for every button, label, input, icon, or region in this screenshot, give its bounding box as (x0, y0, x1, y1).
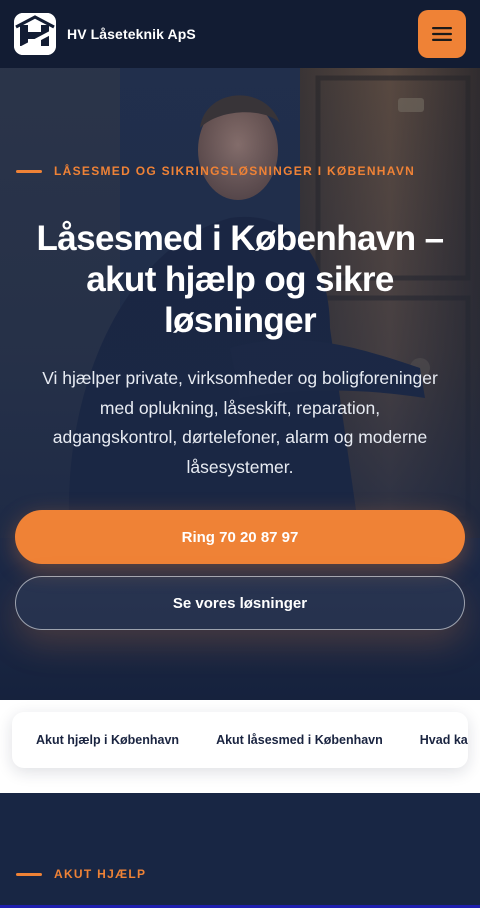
eyebrow-line (16, 169, 42, 173)
quicklinks-nav[interactable]: Akut hjælp i København Akut låsesmed i K… (12, 712, 468, 768)
hero-eyebrow-text: LÅSESMED OG SIKRINGSLØSNINGER I KØBENHAV… (54, 164, 416, 178)
quicklink-hvad-kan[interactable]: Hvad kan (420, 733, 468, 747)
quicklink-akut-laasesmed[interactable]: Akut låsesmed i København (216, 733, 383, 747)
hero-description: Vi hjælper private, virksomheder og boli… (16, 364, 464, 482)
hamburger-menu-icon (432, 27, 452, 41)
hero-title-line: akut hjælp og sikre (86, 260, 394, 299)
hero-title-line: Låsesmed i København – (36, 219, 445, 258)
page: HV Låseteknik ApS LÅSESMED OG SIKRINGSLØ… (0, 0, 480, 908)
eyebrow-line (16, 872, 42, 876)
hv-logo-icon (14, 13, 56, 55)
brand[interactable]: HV Låseteknik ApS (14, 13, 196, 55)
section-eyebrow-text: AKUT HJÆLP (54, 867, 147, 881)
section-eyebrow: AKUT HJÆLP (16, 867, 146, 881)
quicklinks-section: Akut hjælp i København Akut låsesmed i K… (0, 700, 480, 793)
hero-description-line: låsesystemer. (186, 456, 294, 477)
menu-button[interactable] (418, 10, 466, 58)
hero-description-line: med oplukning, låseskift, reparation, (99, 397, 381, 418)
akut-hjaelp-section: AKUT HJÆLP (0, 793, 480, 908)
hero-title: Låsesmed i København – akut hjælp og sik… (16, 218, 464, 341)
hero-eyebrow: LÅSESMED OG SIKRINGSLØSNINGER I KØBENHAV… (16, 164, 464, 178)
hero-section: LÅSESMED OG SIKRINGSLØSNINGER I KØBENHAV… (0, 68, 480, 700)
hero-title-line: løsninger (163, 301, 317, 340)
hero-description-line: Vi hjælper private, virksomheder og boli… (42, 368, 438, 388)
hero-description-line: adgangskontrol, dørtelefoner, alarm og m… (52, 427, 428, 447)
site-header: HV Låseteknik ApS (0, 0, 480, 68)
quicklink-akut-hjaelp[interactable]: Akut hjælp i København (36, 733, 179, 747)
brand-name: HV Låseteknik ApS (67, 26, 196, 42)
hero-content: LÅSESMED OG SIKRINGSLØSNINGER I KØBENHAV… (0, 68, 480, 700)
call-button[interactable]: Ring 70 20 87 97 (15, 510, 465, 564)
see-solutions-button[interactable]: Se vores løsninger (15, 576, 465, 630)
